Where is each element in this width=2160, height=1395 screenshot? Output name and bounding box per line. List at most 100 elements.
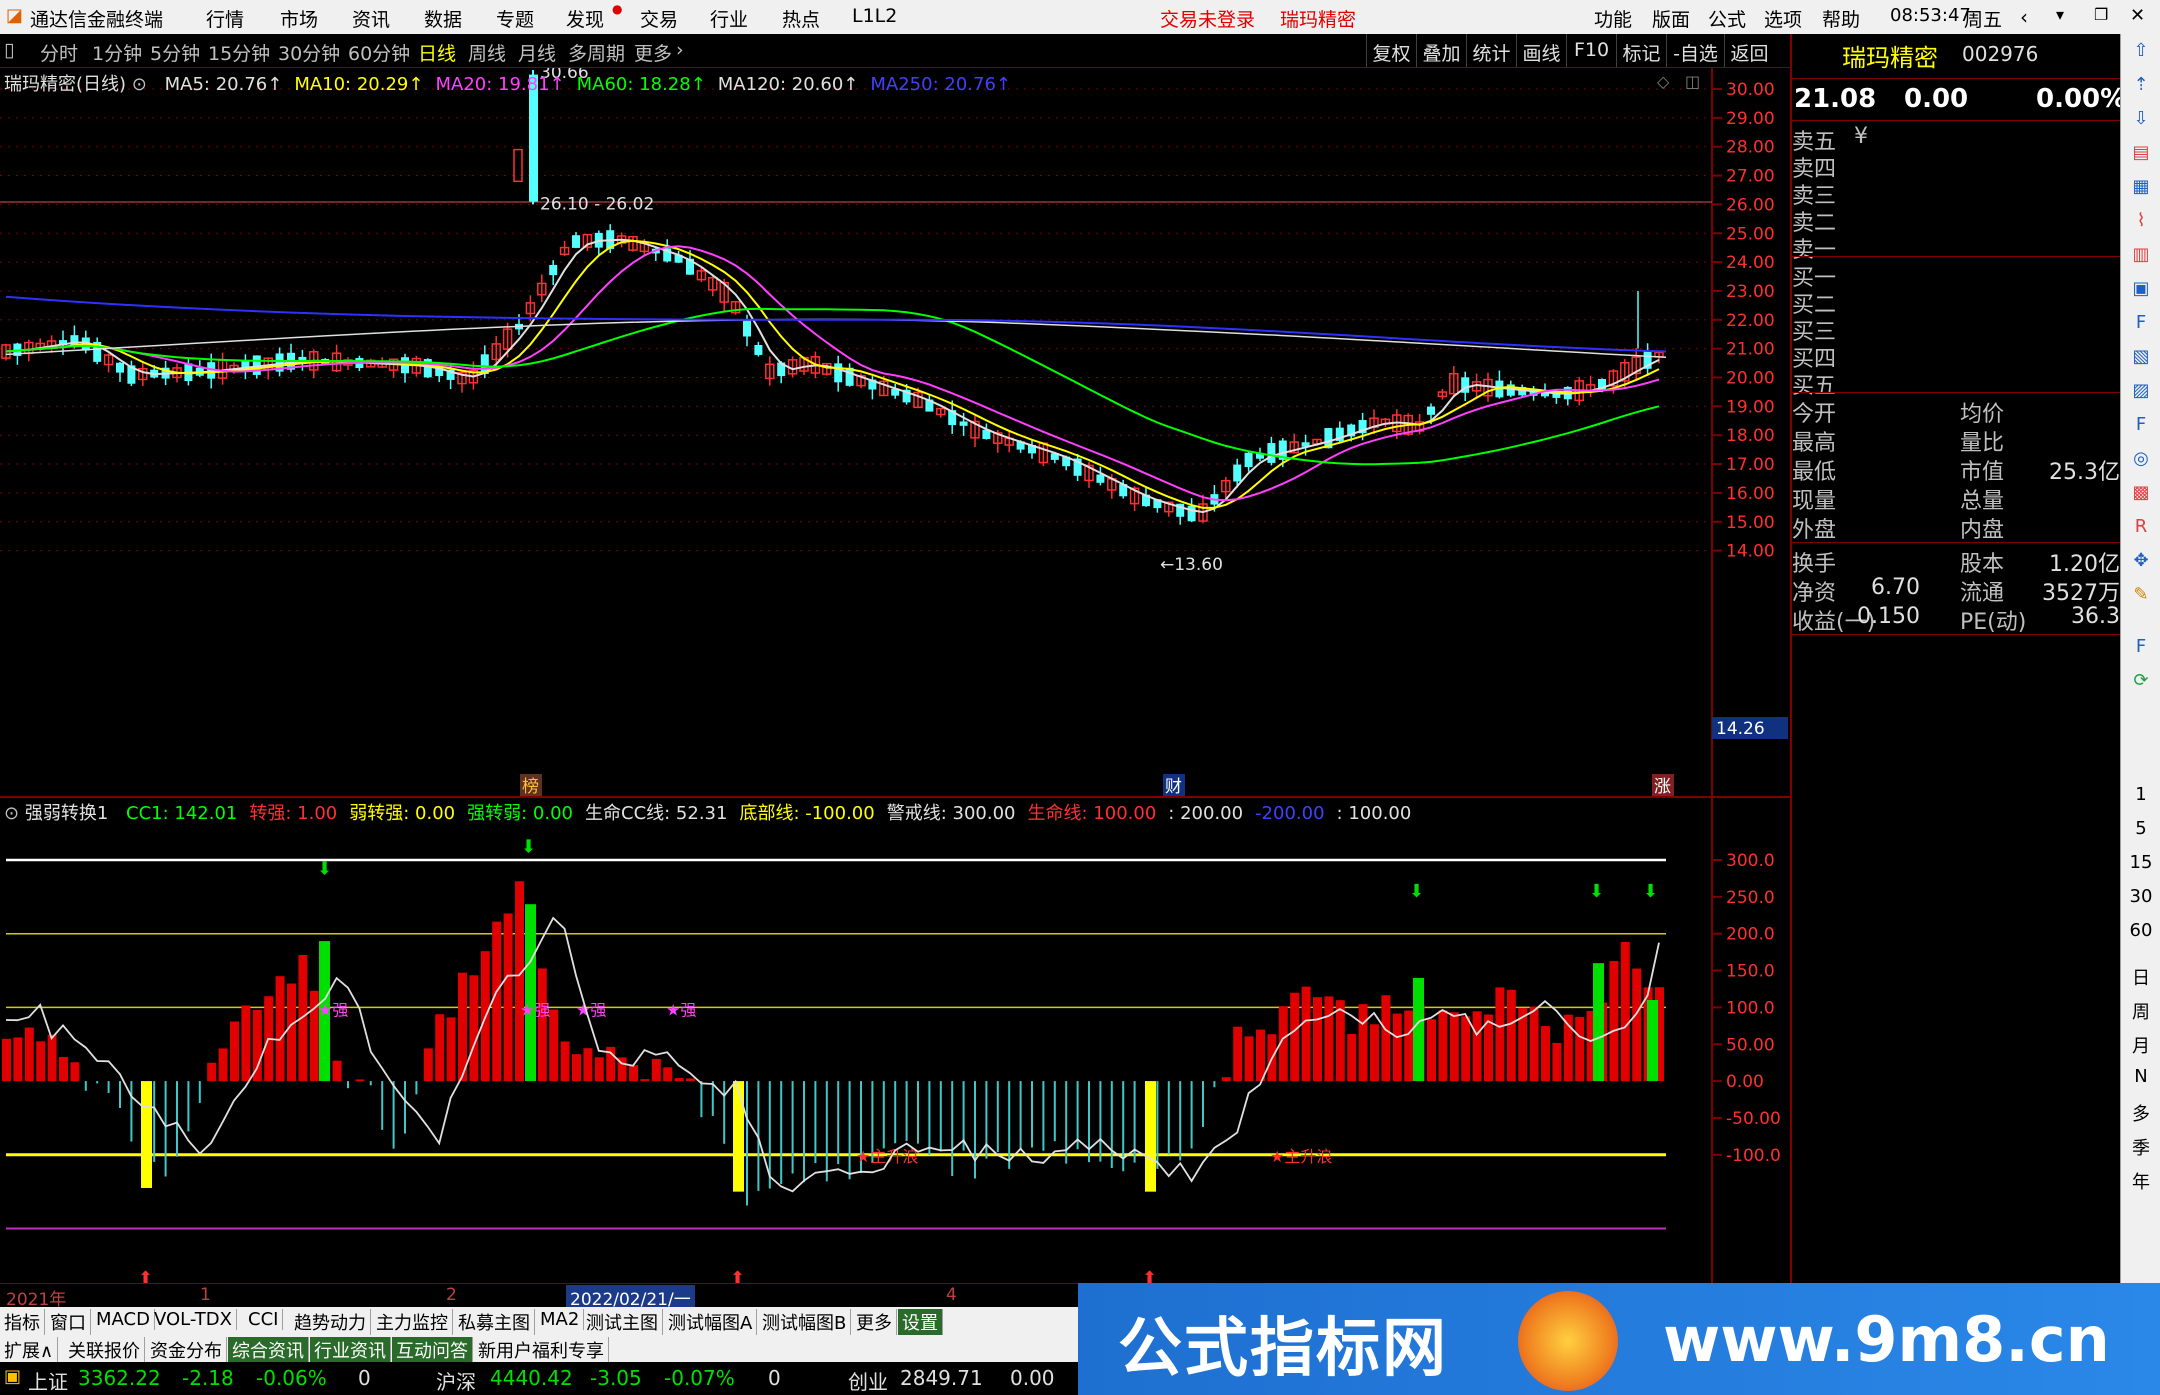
period-60min[interactable]: 60分钟 [348,39,410,66]
tool-f10[interactable]: F10 [1566,34,1616,67]
legend-settings-icon[interactable]: ⊙ [4,803,19,824]
sub-indicator-chart[interactable]: ⬇⬇⬇⬇⬇⬆⬆⬆⬆★强★强★强★强★主升浪★主升浪 300.0250.0200.… [0,778,1790,1289]
tabs1-tab[interactable]: 趋势动力 [290,1309,371,1335]
period-5min[interactable]: 5分钟 [150,39,200,66]
side-period-number[interactable]: 1 [2121,784,2160,805]
index-icon[interactable]: ▣ [4,1366,21,1387]
legend-settings-icon[interactable]: ⊙ [132,74,147,95]
tabs2-tab[interactable]: 关联报价 [64,1337,145,1363]
side-period-unit[interactable]: 日 [2121,964,2160,990]
tabs2-tab[interactable]: 新用户福利专享 [474,1337,609,1363]
tabs1-tab[interactable]: 测试幅图B [758,1309,852,1335]
menu-item-xuanxiang[interactable]: 选项 [1764,5,1802,32]
chevron-left-icon[interactable]: ‹ [2020,5,2028,29]
tool-huaxian[interactable]: 画线 [1516,34,1566,67]
menu-item-jiaoyi[interactable]: 交易 [640,5,678,32]
side-period-unit[interactable]: 年 [2121,1168,2160,1194]
tabs1-tab[interactable]: 指标 [0,1309,45,1335]
tabs2-tab[interactable]: 资金分布 [146,1337,227,1363]
diamond-icon[interactable]: ◇ [1657,72,1669,91]
tabs1-tab[interactable]: MA2 [536,1309,585,1330]
tabs1-tab[interactable]: CCI [244,1309,284,1330]
fs-icon[interactable]: F [2127,634,2155,660]
indicator-svg[interactable]: ⬇⬇⬇⬇⬇⬆⬆⬆⬆★强★强★强★强★主升浪★主升浪 300.0250.0200.… [0,778,1790,1289]
period-30min[interactable]: 30分钟 [278,39,340,66]
book-row[interactable]: 买四 [1792,341,2122,372]
rsi-icon[interactable]: R [2127,514,2155,540]
tabs1-tab[interactable]: 测试幅图A [664,1309,758,1335]
tabs2-tab[interactable]: 扩展∧ [0,1337,59,1363]
tool-diejia[interactable]: 叠加 [1416,34,1466,67]
tabs1-tab[interactable]: 设置 [898,1309,943,1335]
menu-item-gongshi[interactable]: 公式 [1708,5,1746,32]
period-daily[interactable]: 日线 [418,39,456,66]
chevron-down-icon[interactable]: ▾ [2056,5,2064,24]
tabs2-tab[interactable]: 互动问答 [392,1337,473,1363]
tabs2-tab[interactable]: 综合资讯 [228,1337,309,1363]
book-row[interactable]: 卖五 ¥ [1792,124,2122,155]
menu-item-redian[interactable]: 热点 [782,5,820,32]
main-kline-chart[interactable]: 30.66 26.10 - 26.02 ←13.60 榜财涨 30.00 29.00 28… [0,63,1790,798]
book-row[interactable]: 卖四 [1792,151,2122,182]
menu-item-hangye[interactable]: 行业 [710,5,748,32]
refresh-icon[interactable]: ⟳ [2127,668,2155,694]
book-row[interactable]: 卖二 [1792,205,2122,236]
side-period-number[interactable]: 15 [2121,852,2160,873]
menu-item-bangzhu[interactable]: 帮助 [1822,5,1860,32]
kline-icon[interactable]: ▥ [2127,242,2155,268]
tabs1-tab[interactable]: MACD [92,1309,155,1330]
kline-svg[interactable]: 30.6626.10 - 26.02←13.60榜财涨 30.0029.0028… [0,63,1790,798]
tool-fanhui[interactable]: 返回 [1724,34,1774,67]
report-icon[interactable]: ▣ [2127,276,2155,302]
tool-zixuan[interactable]: -自选 [1666,34,1724,67]
period-monthly[interactable]: 月线 [518,39,556,66]
side-period-unit[interactable]: N [2121,1066,2160,1087]
menu-item-l1l2[interactable]: L1L2 [852,5,897,27]
book-row[interactable]: 买三 [1792,314,2122,345]
tool-tongji[interactable]: 统计 [1466,34,1516,67]
circle-icon[interactable]: ◎ [2127,446,2155,472]
period-more-chevron-icon[interactable]: › [676,39,684,61]
book-row[interactable]: 买一 [1792,260,2122,291]
tabs1-tab[interactable]: 主力监控 [372,1309,453,1335]
panel-toggle-icon[interactable]: ◫ [1685,72,1700,91]
side-period-unit[interactable]: 月 [2121,1032,2160,1058]
expand-panel-icon[interactable]: ▯ [4,39,14,61]
trade-login-status[interactable]: 交易未登录 [1160,5,1255,32]
grid-list-icon[interactable]: ▦ [2127,174,2155,200]
tabs2-tab[interactable]: 行业资讯 [310,1337,391,1363]
menu-item-banmian[interactable]: 版面 [1652,5,1690,32]
layout-icon[interactable]: ▧ [2127,344,2155,370]
table-icon[interactable]: ▨ [2127,378,2155,404]
menu-item-gongneng[interactable]: 功能 [1594,5,1632,32]
side-period-unit[interactable]: 多 [2121,1100,2160,1126]
period-more[interactable]: 更多 [634,39,672,66]
arrow-up-icon[interactable]: ⇧ [2127,38,2155,64]
pen-icon[interactable]: ✎ [2127,582,2155,608]
capital-icon[interactable]: ▩ [2127,480,2155,506]
index2-name[interactable]: 沪深 [436,1366,476,1395]
menu-item-shuju[interactable]: 数据 [424,5,462,32]
period-15min[interactable]: 15分钟 [208,39,270,66]
restore-icon[interactable]: ❐ [2094,5,2108,24]
menu-item-zhuanti[interactable]: 专题 [496,5,534,32]
line-chart-icon[interactable]: ⌇ [2127,208,2155,234]
index1-name[interactable]: 上证 [28,1366,68,1395]
tool-fuquan[interactable]: 复权 [1366,34,1416,67]
tabs1-tab[interactable]: 测试主图 [582,1309,663,1335]
close-icon[interactable]: ✕ [2130,5,2145,26]
side-period-number[interactable]: 60 [2121,920,2160,941]
arrow-up-small-icon[interactable]: ⇡ [2127,72,2155,98]
period-fenshi[interactable]: 分时 [40,39,78,66]
period-weekly[interactable]: 周线 [468,39,506,66]
move-icon[interactable]: ✥ [2127,548,2155,574]
side-period-number[interactable]: 30 [2121,886,2160,907]
menu-item-zixun[interactable]: 资讯 [352,5,390,32]
menu-item-hangqing[interactable]: 行情 [206,5,244,32]
menu-item-shichang[interactable]: 市场 [280,5,318,32]
tabs1-tab[interactable]: 更多 [852,1309,897,1335]
f10-icon[interactable]: F [2127,310,2155,336]
side-period-unit[interactable]: 周 [2121,998,2160,1024]
tabs1-tab[interactable]: 窗口 [46,1309,91,1335]
tool-biaoji[interactable]: 标记 [1616,34,1666,67]
